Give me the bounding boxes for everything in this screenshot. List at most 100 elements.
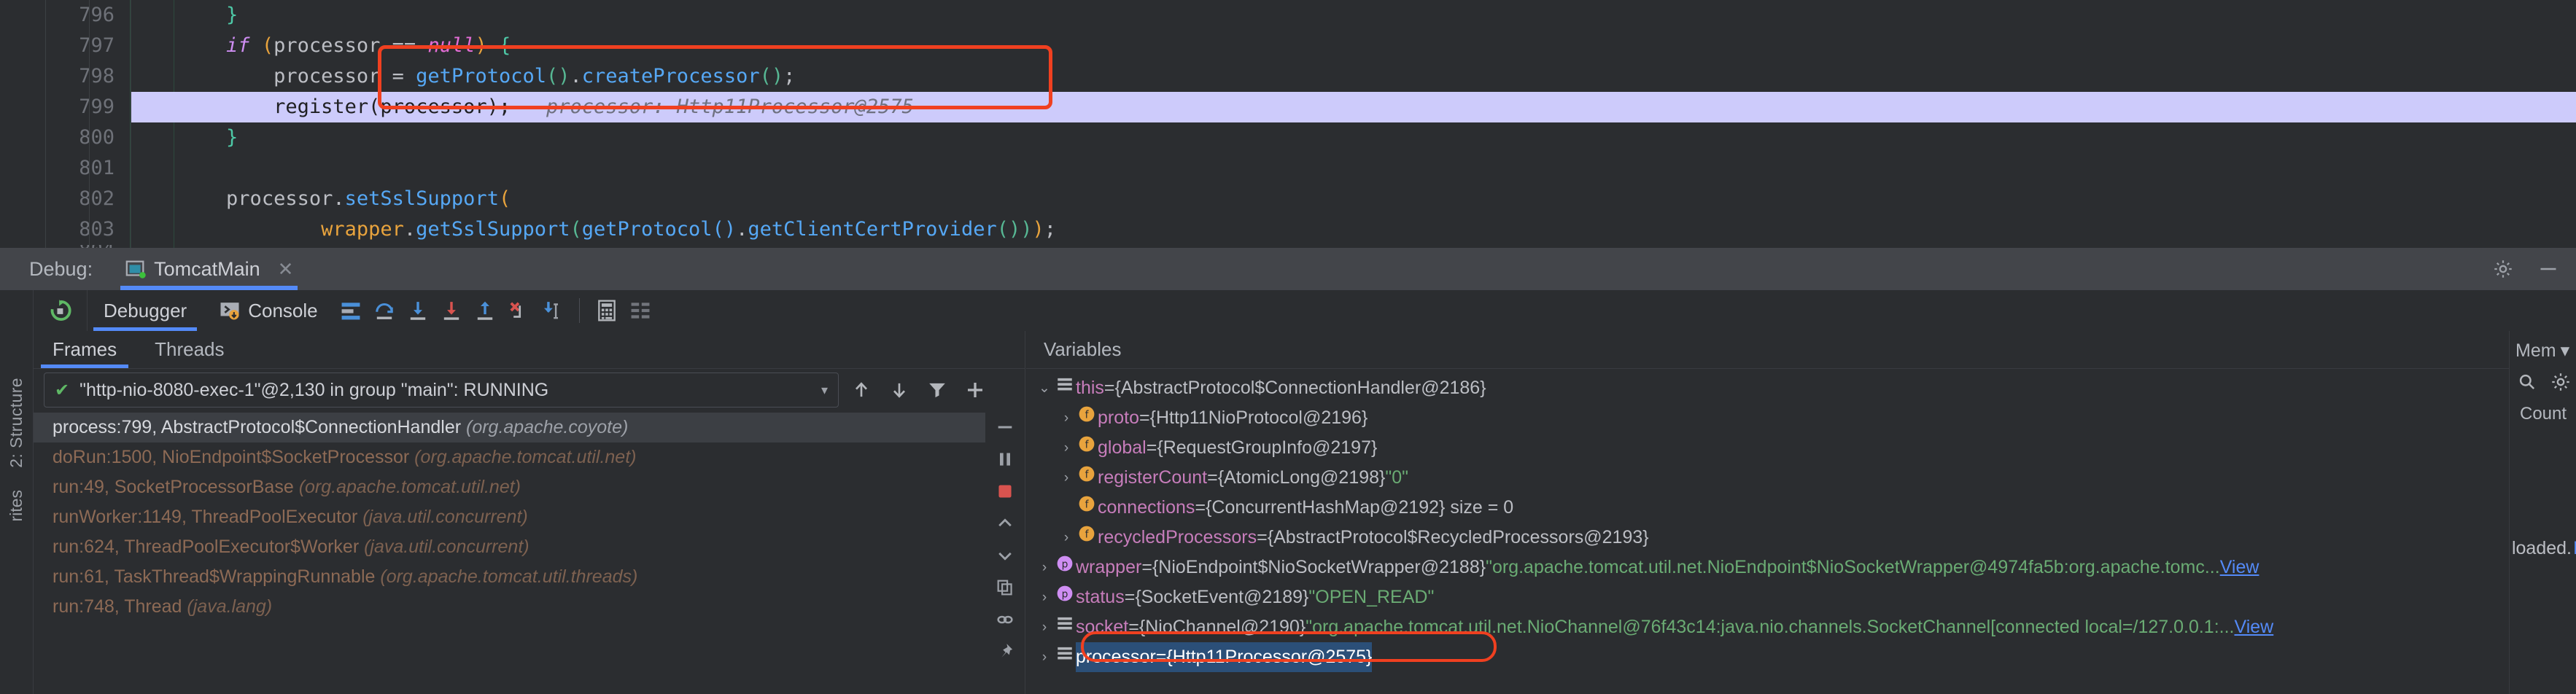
minus-icon[interactable] [995, 417, 1015, 437]
frame-row[interactable]: process:799, AbstractProtocol$Connection… [34, 413, 985, 442]
debug-session-tab[interactable]: TomcatMain ✕ [120, 248, 298, 290]
tab-console[interactable]: Console [203, 290, 333, 331]
settings-stack-icon[interactable] [624, 294, 657, 327]
chevron-down-icon[interactable]: ▾ [2561, 340, 2570, 362]
right-rail-actions[interactable] [2510, 362, 2576, 392]
line-number: 797 [79, 34, 115, 57]
code-line[interactable]: if (processor == null) { [131, 31, 2576, 61]
link-icon[interactable] [995, 609, 1015, 630]
search-icon[interactable] [2517, 372, 2537, 392]
code-line[interactable] [131, 153, 2576, 184]
chevron-right-icon[interactable]: › [1035, 642, 1054, 672]
thread-selector-row[interactable]: ✔ "http-nio-8080-exec-1"@2,130 in group … [34, 369, 1025, 411]
debug-header-actions[interactable] [2493, 248, 2558, 290]
memory-view-toggle[interactable]: Mem ▾ [2510, 331, 2576, 362]
debugger-toolbar[interactable]: Debugger Console [34, 290, 2576, 331]
force-step-into-icon[interactable] [435, 294, 468, 327]
frames-subtabs[interactable]: Frames Threads [34, 331, 1025, 369]
code-line[interactable]: processor = getProtocol().createProcesso… [131, 61, 2576, 92]
debug-left-rail[interactable]: 2: Structure rites [0, 290, 34, 694]
step-over-icon[interactable] [368, 294, 401, 327]
favorites-rail-label[interactable]: rites [7, 490, 26, 521]
variable-equals: = [1138, 408, 1150, 428]
chevron-right-icon[interactable]: › [1035, 553, 1054, 582]
field-icon: f [1076, 403, 1098, 433]
evaluate-expression-icon[interactable] [590, 294, 624, 327]
chevron-right-icon[interactable]: › [1035, 612, 1054, 642]
arrow-up-icon[interactable] [850, 379, 872, 401]
frame-row[interactable]: run:61, TaskThread$WrappingRunnable (org… [34, 562, 985, 592]
variable-row[interactable]: f connections = {ConcurrentHashMap@2192} … [1026, 493, 2509, 523]
chevron-right-icon[interactable]: › [1057, 433, 1076, 463]
frame-row[interactable]: run:624, ThreadPoolExecutor$Worker (java… [34, 532, 985, 562]
minimize-icon[interactable] [2538, 259, 2558, 279]
frame-row[interactable]: run:748, Thread (java.lang) [34, 592, 985, 622]
indent-guide [45, 0, 46, 248]
variable-row[interactable]: › f proto = {Http11NioProtocol@2196} [1026, 403, 2509, 433]
variables-list[interactable]: ⌄ this = {AbstractProtocol$ConnectionHand… [1026, 369, 2509, 694]
code-line-current[interactable]: register(processor); processor: Http11Pr… [131, 92, 2576, 122]
structure-rail-label[interactable]: 2: Structure [7, 378, 26, 468]
chevron-right-icon[interactable]: › [1035, 582, 1054, 612]
view-link[interactable]: View [2235, 612, 2274, 642]
chevron-up-icon[interactable] [995, 513, 1015, 534]
variable-equals: = [1195, 497, 1206, 518]
field-icon: f [1076, 493, 1098, 523]
chevron-down-icon[interactable]: ▾ [821, 383, 828, 398]
tab-threads[interactable]: Threads [136, 338, 243, 368]
code-line[interactable]: processor.setSslSupport( [131, 184, 2576, 214]
variable-row[interactable]: › f global = {RequestGroupInfo@2197} [1026, 433, 2509, 463]
rerun-icon [48, 298, 73, 323]
layout-icon[interactable] [334, 294, 368, 327]
variable-row[interactable]: › f recycledProcessors = {AbstractProtocol… [1026, 523, 2509, 553]
tab-frames[interactable]: Frames [34, 338, 136, 368]
variable-row[interactable]: › p wrapper = {NioEndpoint$NioSocketWrappe… [1026, 553, 2509, 582]
variable-row[interactable]: › p status = {SocketEvent@2189} "OPEN_READ… [1026, 582, 2509, 612]
arrow-down-icon[interactable] [888, 379, 910, 401]
code-token: () [546, 65, 570, 87]
code-area[interactable]: } if (processor == null) { processor = g… [45, 0, 2576, 248]
copy-icon[interactable] [995, 577, 1015, 598]
variable-row[interactable]: ⌄ this = {AbstractProtocol$ConnectionHand… [1026, 373, 2509, 403]
variable-row[interactable]: › f registerCount = {AtomicLong@2198} "0" [1026, 463, 2509, 493]
code-token: getSslSupport [416, 218, 570, 241]
frame-row[interactable]: run:49, SocketProcessorBase (org.apache.… [34, 472, 985, 502]
load-classes-link[interactable]: L [2573, 538, 2576, 559]
frame-row[interactable]: runWorker:1149, ThreadPoolExecutor (java… [34, 502, 985, 532]
thread-selector[interactable]: ✔ "http-nio-8080-exec-1"@2,130 in group … [44, 373, 839, 408]
rerun-button[interactable] [34, 290, 88, 331]
view-link[interactable]: View [2220, 553, 2259, 582]
code-line[interactable]: } [131, 122, 2576, 153]
chevron-right-icon[interactable]: › [1057, 523, 1076, 553]
variable-row[interactable]: › socket = {NioChannel@2190} "org.apache.… [1026, 612, 2509, 642]
chevron-right-icon[interactable]: › [1057, 463, 1076, 493]
close-icon[interactable]: ✕ [278, 258, 294, 281]
frame-method: process:799, AbstractProtocol$Connection… [53, 417, 462, 437]
filter-icon[interactable] [926, 379, 948, 401]
pause-icon[interactable] [995, 449, 1015, 469]
thread-actions[interactable] [839, 379, 998, 401]
chevron-down-icon[interactable]: ⌄ [1035, 373, 1054, 403]
frames-side-actions[interactable] [985, 413, 1025, 694]
gear-icon[interactable] [2550, 372, 2571, 392]
frame-row[interactable]: doRun:1500, NioEndpoint$SocketProcessor … [34, 442, 985, 472]
code-editor[interactable]: 796797798799800801802803804 } if (proces… [0, 0, 2576, 255]
code-line[interactable]: } [131, 0, 2576, 31]
tab-debugger[interactable]: Debugger [88, 290, 203, 331]
frames-list[interactable]: process:799, AbstractProtocol$Connection… [34, 413, 985, 694]
code-line[interactable]: wrapper.getSslSupport(getProtocol().getC… [131, 214, 2576, 245]
chevron-down-icon[interactable] [995, 545, 1015, 566]
force-run-to-cursor-icon[interactable] [502, 294, 535, 327]
run-to-cursor-icon[interactable] [535, 294, 569, 327]
chevron-right-icon[interactable]: › [1057, 403, 1076, 433]
add-icon[interactable] [964, 379, 986, 401]
step-out-icon[interactable] [468, 294, 502, 327]
variable-row[interactable]: › processor = {Http11Processor@2575} [1026, 642, 2509, 672]
gear-icon[interactable] [2493, 259, 2513, 279]
stop-icon[interactable] [995, 481, 1015, 502]
value-icon [1054, 642, 1076, 672]
editor-gutter[interactable]: 796797798799800801802803804 [0, 0, 151, 255]
step-into-icon[interactable] [401, 294, 435, 327]
pin-icon[interactable] [995, 642, 1015, 662]
debug-right-rail[interactable]: Mem ▾ Count [2509, 331, 2576, 694]
